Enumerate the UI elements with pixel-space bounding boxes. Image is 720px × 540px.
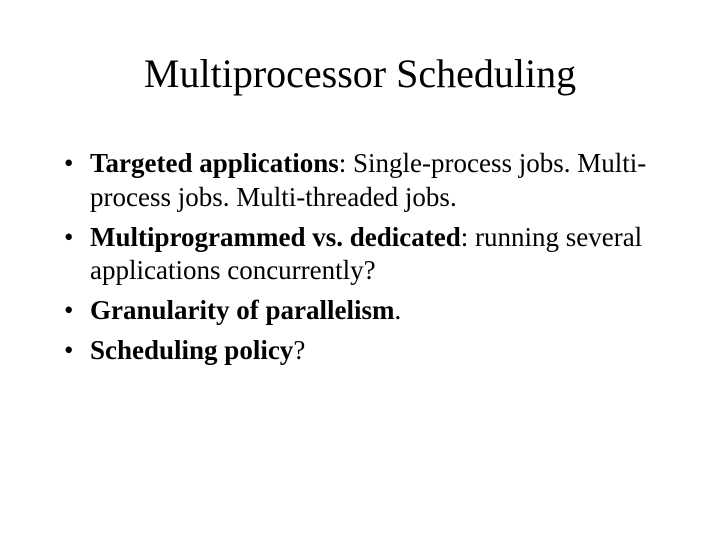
- slide-title: Multiprocessor Scheduling: [54, 50, 666, 97]
- bullet-bold: Multiprogrammed vs. dedicated: [90, 222, 461, 252]
- bullet-list: Targeted applications: Single-process jo…: [60, 147, 666, 368]
- slide: Multiprocessor Scheduling Targeted appli…: [0, 0, 720, 540]
- list-item: Targeted applications: Single-process jo…: [60, 147, 666, 215]
- bullet-bold: Granularity of parallelism: [90, 295, 394, 325]
- list-item: Scheduling policy?: [60, 334, 666, 368]
- bullet-bold: Targeted applications: [90, 148, 339, 178]
- bullet-text: .: [394, 295, 401, 325]
- list-item: Granularity of parallelism.: [60, 294, 666, 328]
- bullet-bold: Scheduling policy: [90, 335, 293, 365]
- list-item: Multiprogrammed vs. dedicated: running s…: [60, 221, 666, 289]
- bullet-text: ?: [293, 335, 305, 365]
